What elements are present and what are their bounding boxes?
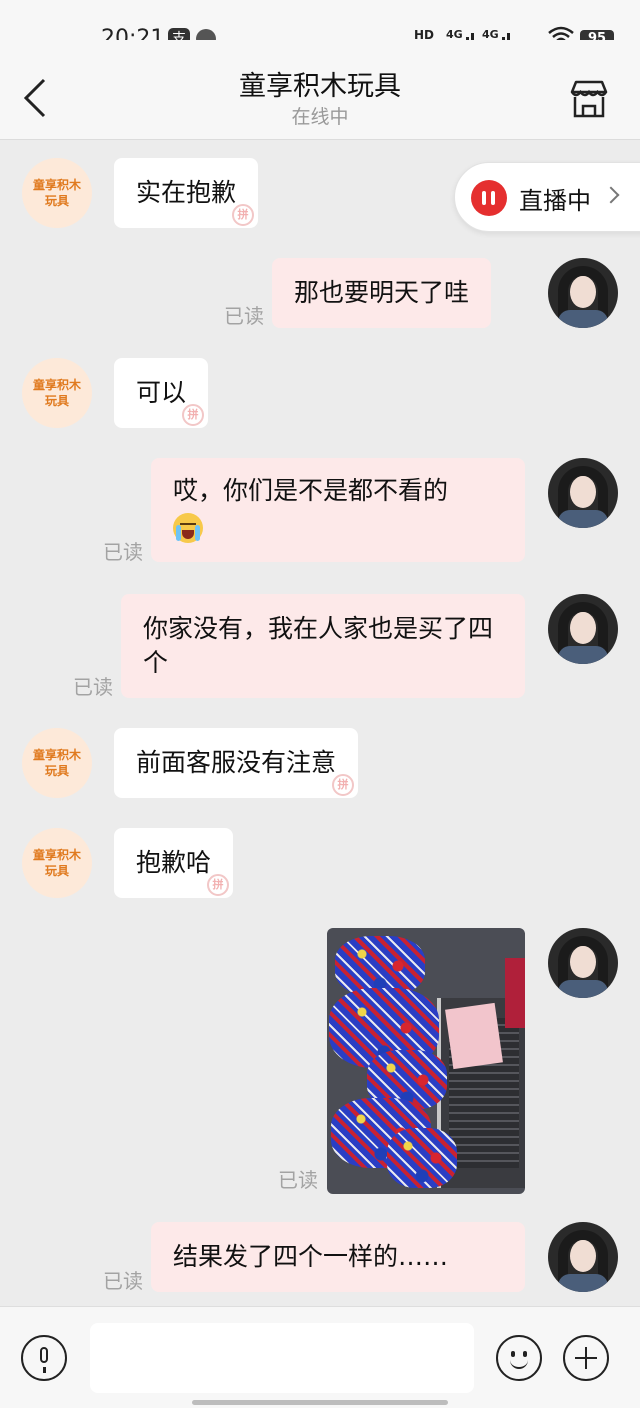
- smiley-icon[interactable]: [496, 1335, 542, 1381]
- user-avatar[interactable]: [548, 1222, 618, 1292]
- watermark-icon: 拼: [207, 874, 230, 896]
- shop-avatar[interactable]: 童享积木 玩具: [22, 728, 92, 798]
- read-receipt: 已读: [73, 675, 113, 699]
- message-input[interactable]: [90, 1323, 474, 1393]
- shop-avatar[interactable]: 童享积木 玩具: [22, 158, 92, 228]
- storefront-icon[interactable]: [568, 78, 610, 120]
- live-stream-badge[interactable]: 直播中: [454, 162, 640, 232]
- message-text: 前面客服没有注意: [136, 748, 337, 777]
- read-receipt: 已读: [103, 1269, 143, 1293]
- watermark-icon: 拼: [332, 774, 355, 796]
- message-text: 可以: [136, 378, 187, 407]
- online-status: 在线中: [291, 106, 349, 128]
- message-bubble[interactable]: 那也要明天了哇: [272, 258, 492, 328]
- message-text: 实在抱歉: [136, 178, 237, 207]
- live-label: 直播中: [519, 187, 591, 215]
- message-text: 哎，你们是不是都不看的: [173, 476, 449, 505]
- message-bubble[interactable]: 你家没有，我在人家也是买了四个: [121, 594, 525, 698]
- shop-avatar[interactable]: 童享积木 玩具: [22, 358, 92, 428]
- watermark-icon: 拼: [182, 404, 205, 426]
- message-bubble[interactable]: 抱歉哈 拼: [114, 828, 234, 898]
- message-bubble[interactable]: 前面客服没有注意 拼: [114, 728, 359, 798]
- crying-face-icon: [173, 513, 203, 543]
- message-bubble[interactable]: 结果发了四个一样的……: [151, 1222, 525, 1292]
- message-text: 抱歉哈: [136, 848, 212, 877]
- message-text: 结果发了四个一样的……: [173, 1242, 449, 1271]
- message-text: 那也要明天了哇: [294, 278, 470, 307]
- watermark-icon: 拼: [232, 204, 255, 226]
- input-bar: [0, 1306, 640, 1408]
- shop-avatar[interactable]: 童享积木 玩具: [22, 828, 92, 898]
- user-avatar[interactable]: [548, 458, 618, 528]
- message-bubble[interactable]: 实在抱歉 拼: [114, 158, 259, 228]
- user-avatar[interactable]: [548, 258, 618, 328]
- message-bubble[interactable]: 哎，你们是不是都不看的: [151, 458, 525, 562]
- page-title: 童享积木玩具: [239, 71, 401, 102]
- chat-header: 童享积木玩具 在线中: [0, 40, 640, 140]
- read-receipt: 已读: [224, 304, 264, 328]
- read-receipt: 已读: [278, 1168, 318, 1192]
- message-text: 你家没有，我在人家也是买了四个: [143, 614, 494, 677]
- home-indicator[interactable]: [192, 1400, 448, 1405]
- plus-icon[interactable]: [563, 1335, 609, 1381]
- image-message[interactable]: [327, 928, 525, 1194]
- message-bubble[interactable]: 可以 拼: [114, 358, 209, 428]
- microphone-icon[interactable]: [21, 1335, 67, 1381]
- live-icon: [471, 180, 507, 216]
- read-receipt: 已读: [103, 540, 143, 564]
- user-avatar[interactable]: [548, 594, 618, 664]
- user-avatar[interactable]: [548, 928, 618, 998]
- chevron-right-icon: [602, 186, 620, 204]
